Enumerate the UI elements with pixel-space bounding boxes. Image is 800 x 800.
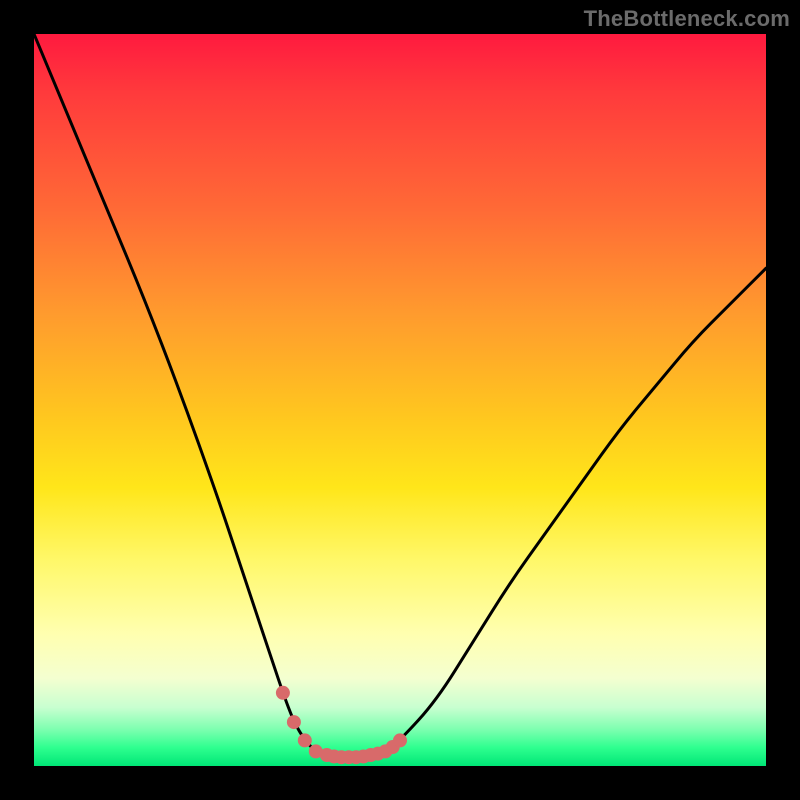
- trough-markers: [276, 686, 407, 764]
- trough-marker: [298, 733, 312, 747]
- curve-layer: [34, 34, 766, 757]
- plot-area: [34, 34, 766, 766]
- trough-marker: [276, 686, 290, 700]
- trough-marker: [393, 733, 407, 747]
- watermark-text: TheBottleneck.com: [584, 6, 790, 32]
- trough-marker: [287, 715, 301, 729]
- chart-svg: [34, 34, 766, 766]
- bottleneck-curve: [34, 34, 766, 757]
- chart-frame: TheBottleneck.com: [0, 0, 800, 800]
